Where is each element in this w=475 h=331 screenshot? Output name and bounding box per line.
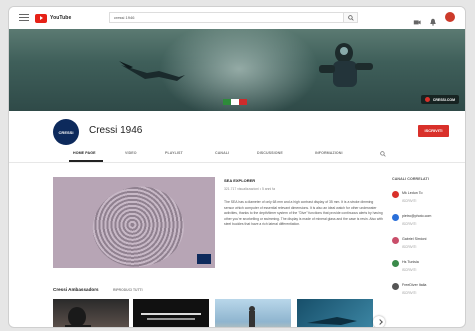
channel-avatar-small xyxy=(392,283,399,290)
video-thumbnail[interactable] xyxy=(297,299,373,327)
featured-video-description: The SEA has a diameter of only 68 mm and… xyxy=(224,200,383,227)
related-channel-item[interactable]: Hs Tunisia ISCRIVITI xyxy=(392,259,462,277)
related-channel-item[interactable]: Gabriel Simioni ISCRIVITI xyxy=(392,236,462,254)
play-all-link[interactable]: RIPRODUCI TUTTI xyxy=(113,288,143,292)
browser-screen: YouTube cressi 1946 CRESSI.COM CRESSI Cr… xyxy=(8,6,466,328)
channel-search-icon[interactable] xyxy=(380,151,386,157)
video-thumbnail[interactable] xyxy=(215,299,291,327)
video-thumbnail-image xyxy=(82,177,194,268)
featured-video-meta: 321.717 visualizzazioni • 5 anni fa xyxy=(224,187,275,191)
channel-avatar-small xyxy=(392,260,399,267)
underwater-diver-image xyxy=(307,317,357,325)
channel-avatar-small xyxy=(392,237,399,244)
channel-avatar[interactable]: CRESSI xyxy=(53,119,79,145)
shelf-title[interactable]: Cressi Ambassadors xyxy=(53,287,99,292)
cressi-logo-icon xyxy=(424,97,430,102)
featured-video-title[interactable]: SEA EXPLORER xyxy=(224,178,255,183)
channel-banner: CRESSI.COM xyxy=(9,29,465,111)
logo-text: YouTube xyxy=(50,15,72,21)
scuba-diver-image xyxy=(319,43,373,87)
related-channel-item[interactable]: Mk Ledun To ISCRIVITI xyxy=(392,190,462,208)
related-channel-subscribe[interactable]: ISCRIVITI xyxy=(402,222,416,226)
related-channel-name: Mk Ledun To xyxy=(402,191,423,195)
person-silhouette-image xyxy=(65,307,91,327)
search-button[interactable] xyxy=(344,12,358,23)
tab-discussion[interactable]: DISCUSSIONE xyxy=(257,151,283,155)
search-input[interactable]: cressi 1946 xyxy=(109,12,344,23)
youtube-play-icon xyxy=(35,13,47,23)
related-channels-title: CANALI CORRELATI xyxy=(392,177,429,181)
channel-avatar-small xyxy=(392,214,399,221)
related-channel-subscribe[interactable]: ISCRIVITI xyxy=(402,199,416,203)
banner-website-link[interactable]: CRESSI.COM xyxy=(420,95,459,104)
italian-flag-icon xyxy=(223,99,247,105)
channel-watermark xyxy=(197,254,211,264)
related-channel-name: Gabriel Simioni xyxy=(402,237,427,241)
related-channel-name: FreeDiver Italia xyxy=(402,283,427,287)
related-channel-name: Hs Tunisia xyxy=(402,260,419,264)
related-channel-item[interactable]: pietro@photo.com ISCRIVITI xyxy=(392,213,462,231)
related-channel-subscribe[interactable]: ISCRIVITI xyxy=(402,245,416,249)
video-thumbnail[interactable] xyxy=(53,299,129,327)
video-thumbnail[interactable] xyxy=(133,299,209,327)
channel-name: Cressi 1946 xyxy=(89,125,143,136)
device-frame: YouTube cressi 1946 CRESSI.COM CRESSI Cr… xyxy=(0,0,475,331)
banner-link-text: CRESSI.COM xyxy=(432,97,455,102)
upload-icon[interactable] xyxy=(413,13,421,25)
notifications-icon[interactable] xyxy=(429,13,437,26)
top-bar: YouTube cressi 1946 xyxy=(9,7,465,30)
related-channel-subscribe[interactable]: ISCRIVITI xyxy=(402,291,416,295)
account-avatar[interactable] xyxy=(445,12,455,22)
hamburger-menu-icon[interactable] xyxy=(19,14,29,22)
freediver-image xyxy=(119,61,185,81)
channel-avatar-text: CRESSI xyxy=(58,129,74,135)
beach-person-image xyxy=(249,306,255,327)
youtube-logo[interactable]: YouTube xyxy=(35,13,71,23)
tab-videos[interactable]: VIDEO xyxy=(125,151,137,155)
search-icon xyxy=(348,15,354,21)
channel-avatar-small xyxy=(392,191,399,198)
featured-video-player[interactable] xyxy=(53,177,215,268)
related-channel-name: pietro@photo.com xyxy=(402,214,432,218)
related-channel-subscribe[interactable]: ISCRIVITI xyxy=(402,268,416,272)
tabs-divider xyxy=(9,162,465,163)
shelf-next-arrow-icon[interactable] xyxy=(373,316,385,327)
thumbnail-caption-line xyxy=(141,313,201,315)
subscribe-button[interactable]: ISCRIVITI xyxy=(418,125,449,137)
thumbnail-caption-line xyxy=(147,318,195,320)
tab-about[interactable]: INFORMAZIONI xyxy=(315,151,343,155)
tab-home[interactable]: HOME PAGE xyxy=(73,151,96,155)
related-channel-item[interactable]: FreeDiver Italia ISCRIVITI xyxy=(392,282,462,300)
tab-playlists[interactable]: PLAYLIST xyxy=(165,151,183,155)
channel-tabs: HOME PAGE VIDEO PLAYLIST CANALI DISCUSSI… xyxy=(53,149,433,161)
tab-channels[interactable]: CANALI xyxy=(215,151,229,155)
